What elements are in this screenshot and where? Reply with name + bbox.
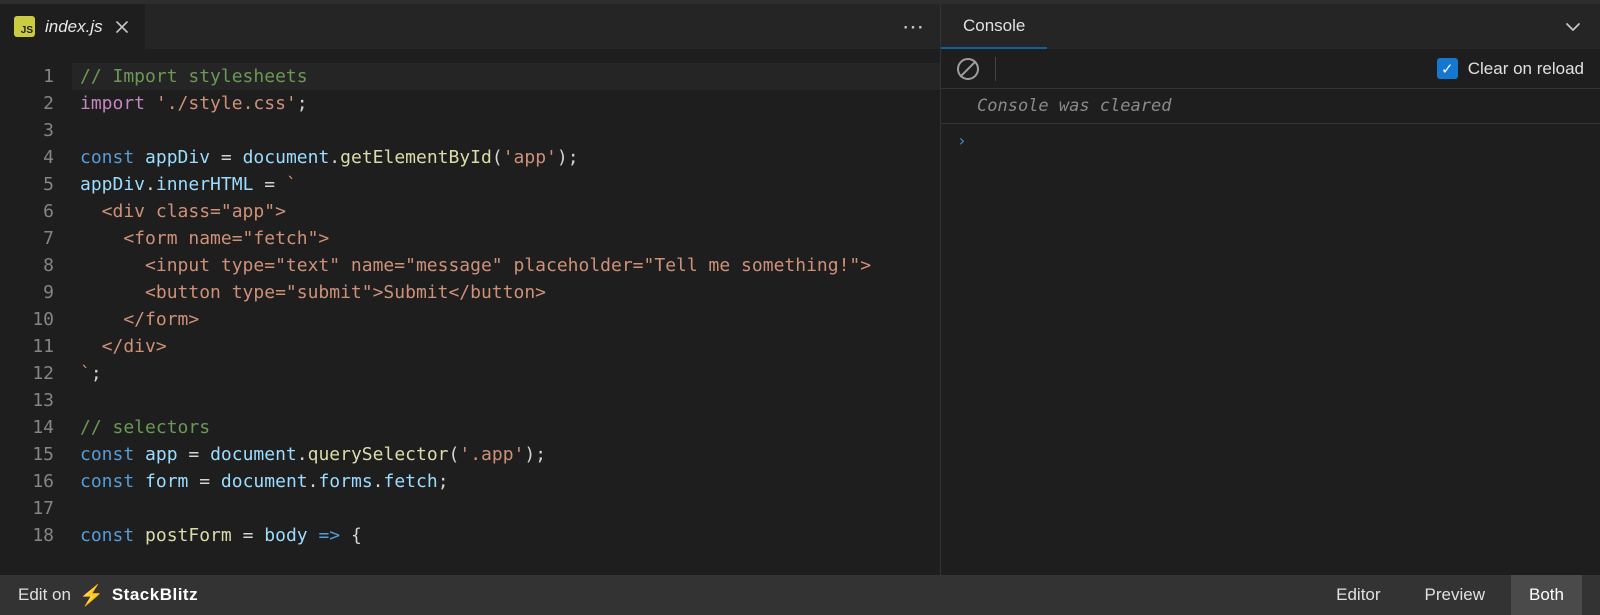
- code-line[interactable]: [80, 117, 940, 144]
- console-pane: Console ✓ Clear on reload Console was cl…: [940, 4, 1600, 575]
- file-tab-label: index.js: [45, 17, 103, 37]
- code-content[interactable]: // Import stylesheetsimport './style.css…: [80, 63, 940, 575]
- separator: [995, 57, 996, 81]
- tab-actions: ⋯: [902, 4, 940, 49]
- console-tab-bar: Console: [941, 4, 1600, 49]
- footer-bar: Edit on ⚡ StackBlitz Editor Preview Both: [0, 575, 1600, 615]
- code-line[interactable]: </div>: [80, 333, 940, 360]
- bolt-icon: ⚡: [79, 583, 104, 608]
- collapse-panel-button[interactable]: [1546, 4, 1600, 49]
- view-both-button[interactable]: Both: [1511, 575, 1582, 615]
- console-prompt[interactable]: ›: [941, 124, 1600, 157]
- view-editor-button[interactable]: Editor: [1318, 575, 1398, 615]
- code-line[interactable]: appDiv.innerHTML = `: [80, 171, 940, 198]
- code-line[interactable]: const form = document.forms.fetch;: [80, 468, 940, 495]
- more-actions-icon[interactable]: ⋯: [902, 16, 924, 38]
- code-line[interactable]: // selectors: [80, 414, 940, 441]
- clear-on-reload-toggle[interactable]: ✓ Clear on reload: [1437, 58, 1584, 79]
- code-line[interactable]: const postForm = body => {: [80, 522, 940, 549]
- code-line[interactable]: const app = document.querySelector('.app…: [80, 441, 940, 468]
- prompt-chevron-icon: ›: [957, 131, 967, 150]
- main-split: JS index.js ⋯ 12345678910111213141516171…: [0, 4, 1600, 575]
- code-line[interactable]: const appDiv = document.getElementById('…: [80, 144, 940, 171]
- code-line[interactable]: <div class="app">: [80, 198, 940, 225]
- line-gutter: 123456789101112131415161718: [0, 63, 80, 575]
- console-output: Console was cleared ›: [941, 89, 1600, 575]
- file-tab[interactable]: JS index.js: [0, 4, 145, 49]
- code-line[interactable]: <input type="text" name="message" placeh…: [80, 252, 940, 279]
- code-line[interactable]: [80, 387, 940, 414]
- edit-on-label: Edit on: [18, 585, 71, 605]
- clear-on-reload-label: Clear on reload: [1468, 59, 1584, 79]
- console-toolbar: ✓ Clear on reload: [941, 49, 1600, 89]
- close-tab-icon[interactable]: [113, 18, 131, 36]
- view-preview-button[interactable]: Preview: [1407, 575, 1503, 615]
- code-line[interactable]: import './style.css';: [80, 90, 940, 117]
- code-line[interactable]: [80, 495, 940, 522]
- stackblitz-brand-link[interactable]: ⚡ StackBlitz: [79, 583, 198, 608]
- console-tab-label: Console: [963, 16, 1025, 36]
- console-message: Console was cleared: [941, 89, 1600, 124]
- code-line[interactable]: <form name="fetch">: [80, 225, 940, 252]
- code-editor[interactable]: 123456789101112131415161718 // Import st…: [0, 49, 940, 575]
- tab-bar: JS index.js ⋯: [0, 4, 940, 49]
- code-line[interactable]: // Import stylesheets: [72, 63, 940, 90]
- code-line[interactable]: `;: [80, 360, 940, 387]
- js-file-icon: JS: [14, 16, 35, 37]
- checkbox-checked-icon: ✓: [1437, 58, 1458, 79]
- code-line[interactable]: </form>: [80, 306, 940, 333]
- brand-name: StackBlitz: [112, 585, 198, 605]
- clear-console-icon[interactable]: [957, 58, 979, 80]
- console-tab[interactable]: Console: [941, 4, 1047, 49]
- code-line[interactable]: <button type="submit">Submit</button>: [80, 279, 940, 306]
- editor-pane: JS index.js ⋯ 12345678910111213141516171…: [0, 4, 940, 575]
